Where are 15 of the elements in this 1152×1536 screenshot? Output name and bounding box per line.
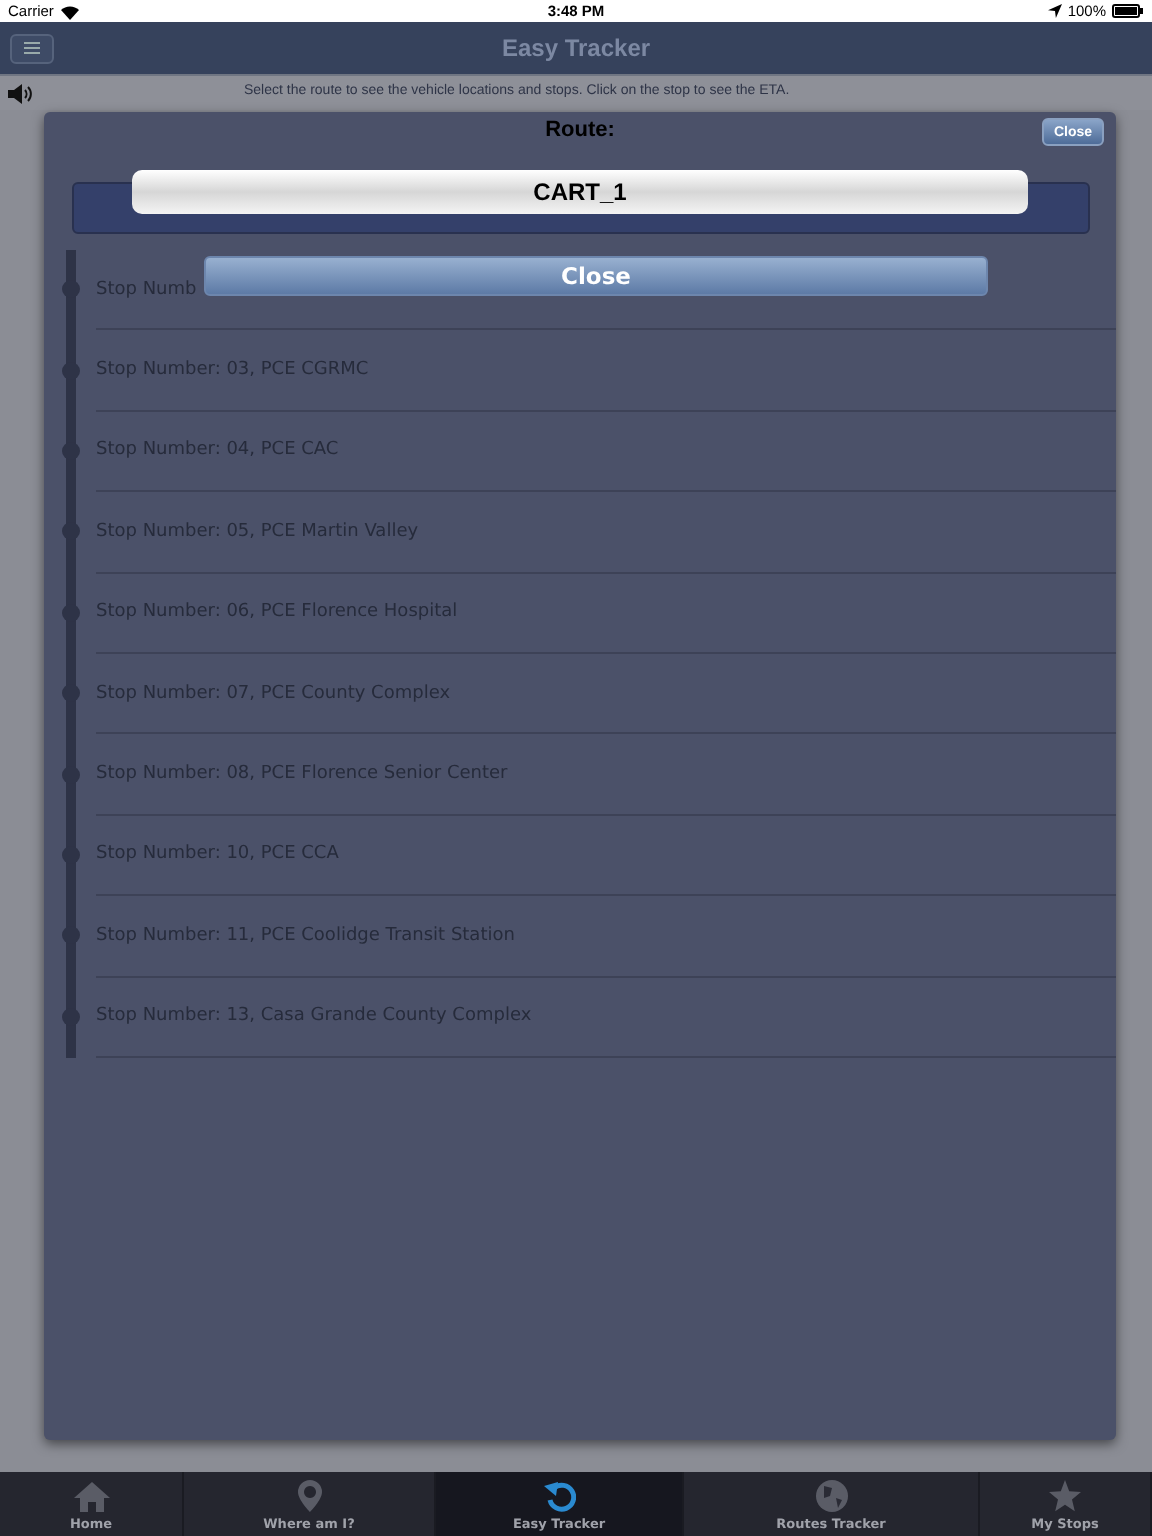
home-icon — [73, 1482, 109, 1512]
menu-icon — [24, 42, 40, 54]
globe-icon — [815, 1480, 847, 1512]
star-icon — [1048, 1480, 1082, 1512]
route-label: Route: — [545, 118, 615, 142]
location-arrow-icon — [1047, 4, 1062, 18]
speaker-icon — [8, 83, 32, 103]
battery-icon — [1112, 4, 1144, 18]
app-title: Easy Tracker — [501, 34, 651, 62]
pin-icon — [297, 1480, 321, 1512]
wifi-icon — [59, 3, 80, 19]
close-button[interactable]: Close — [204, 256, 988, 296]
refresh-icon — [543, 1482, 575, 1512]
menu-button[interactable] — [10, 33, 54, 63]
route-field[interactable]: CART_1 — [132, 170, 1028, 214]
